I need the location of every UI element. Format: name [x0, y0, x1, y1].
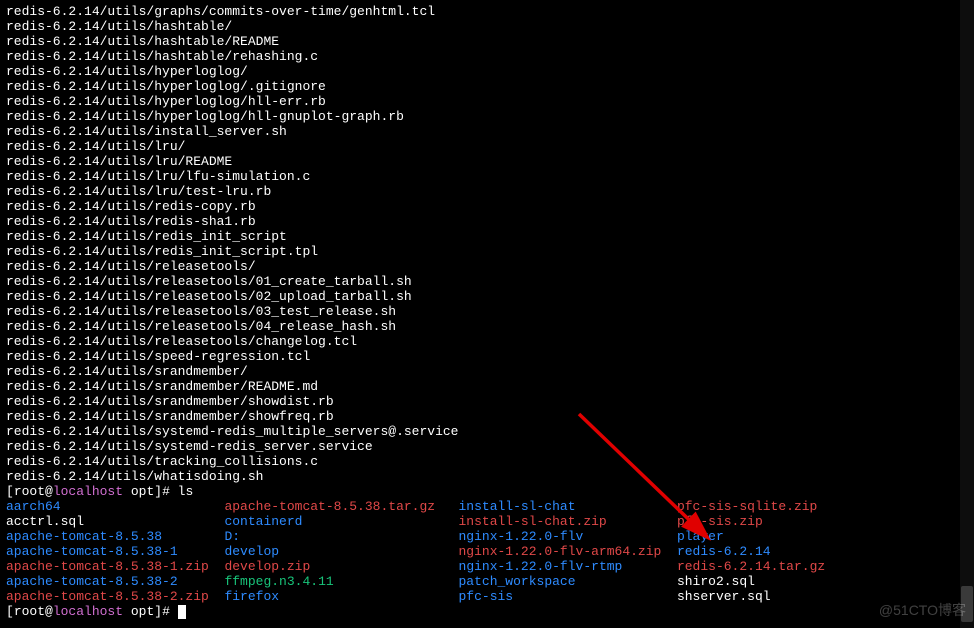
ls-row: aarch64 apache-tomcat-8.5.38.tar.gz inst… [6, 499, 968, 514]
ls-row: acctrl.sql containerd install-sl-chat.zi… [6, 514, 968, 529]
ls-item: develop.zip [224, 559, 310, 574]
ls-row: apache-tomcat-8.5.38-1.zip develop.zip n… [6, 559, 968, 574]
ls-item: pfc-sis [459, 589, 514, 604]
ls-item: apache-tomcat-8.5.38-2.zip [6, 589, 209, 604]
ls-item: shiro2.sql [677, 574, 755, 589]
tar-line: redis-6.2.14/utils/releasetools/changelo… [6, 334, 968, 349]
tar-line: redis-6.2.14/utils/lru/ [6, 139, 968, 154]
tar-line: redis-6.2.14/utils/tracking_collisions.c [6, 454, 968, 469]
ls-row: apache-tomcat-8.5.38-2 ffmpeg.n3.4.11 pa… [6, 574, 968, 589]
ls-item: aarch64 [6, 499, 61, 514]
cursor [178, 605, 186, 619]
ls-item: containerd [224, 514, 302, 529]
watermark: @51CTO博客 [879, 603, 966, 618]
prompt-line-cursor[interactable]: [root@localhost opt]# [6, 604, 968, 619]
tar-line: redis-6.2.14/utils/srandmember/showfreq.… [6, 409, 968, 424]
tar-line: redis-6.2.14/utils/hyperloglog/ [6, 64, 968, 79]
tar-line: redis-6.2.14/utils/releasetools/04_relea… [6, 319, 968, 334]
tar-line: redis-6.2.14/utils/srandmember/showdist.… [6, 394, 968, 409]
ls-item: nginx-1.22.0-flv [459, 529, 584, 544]
tar-line: redis-6.2.14/utils/hyperloglog/hll-err.r… [6, 94, 968, 109]
ls-item: ffmpeg.n3.4.11 [224, 574, 333, 589]
ls-item: apache-tomcat-8.5.38-1 [6, 544, 178, 559]
tar-line: redis-6.2.14/utils/releasetools/ [6, 259, 968, 274]
ls-item: pfc-sis-sqlite.zip [677, 499, 817, 514]
command-ls: ls [178, 484, 194, 499]
terminal-output: redis-6.2.14/utils/graphs/commits-over-t… [6, 4, 968, 619]
tar-line: redis-6.2.14/utils/lru/README [6, 154, 968, 169]
tar-line: redis-6.2.14/utils/lru/lfu-simulation.c [6, 169, 968, 184]
tar-line: redis-6.2.14/utils/hashtable/ [6, 19, 968, 34]
tar-line: redis-6.2.14/utils/hyperloglog/hll-gnupl… [6, 109, 968, 124]
ls-item: install-sl-chat.zip [459, 514, 607, 529]
tar-line: redis-6.2.14/utils/srandmember/ [6, 364, 968, 379]
tar-line: redis-6.2.14/utils/releasetools/02_uploa… [6, 289, 968, 304]
tar-line: redis-6.2.14/utils/redis_init_script.tpl [6, 244, 968, 259]
ls-item: develop [224, 544, 279, 559]
tar-line: redis-6.2.14/utils/releasetools/03_test_… [6, 304, 968, 319]
ls-item: apache-tomcat-8.5.38-2 [6, 574, 178, 589]
tar-line: redis-6.2.14/utils/whatisdoing.sh [6, 469, 968, 484]
tar-line: redis-6.2.14/utils/redis_init_script [6, 229, 968, 244]
ls-row: apache-tomcat-8.5.38 D: nginx-1.22.0-flv… [6, 529, 968, 544]
tar-line: redis-6.2.14/utils/redis-sha1.rb [6, 214, 968, 229]
tar-line: redis-6.2.14/utils/hyperloglog/.gitignor… [6, 79, 968, 94]
ls-item: redis-6.2.14 [677, 544, 771, 559]
tar-line: redis-6.2.14/utils/hashtable/README [6, 34, 968, 49]
tar-line: redis-6.2.14/utils/srandmember/README.md [6, 379, 968, 394]
tar-line: redis-6.2.14/utils/install_server.sh [6, 124, 968, 139]
ls-item: apache-tomcat-8.5.38-1.zip [6, 559, 209, 574]
ls-item: redis-6.2.14.tar.gz [677, 559, 825, 574]
ls-item: apache-tomcat-8.5.38.tar.gz [224, 499, 435, 514]
ls-row: apache-tomcat-8.5.38-1 develop nginx-1.2… [6, 544, 968, 559]
tar-line: redis-6.2.14/utils/hashtable/rehashing.c [6, 49, 968, 64]
ls-row: apache-tomcat-8.5.38-2.zip firefox pfc-s… [6, 589, 968, 604]
ls-item: nginx-1.22.0-flv-rtmp [459, 559, 623, 574]
scrollbar[interactable] [960, 0, 974, 628]
ls-item: shserver.sql [677, 589, 771, 604]
ls-item: apache-tomcat-8.5.38 [6, 529, 162, 544]
tar-line: redis-6.2.14/utils/systemd-redis_multipl… [6, 424, 968, 439]
tar-line: redis-6.2.14/utils/releasetools/01_creat… [6, 274, 968, 289]
tar-line: redis-6.2.14/utils/redis-copy.rb [6, 199, 968, 214]
tar-line: redis-6.2.14/utils/graphs/commits-over-t… [6, 4, 968, 19]
ls-item: install-sl-chat [458, 499, 575, 514]
prompt-line-ls: [root@localhost opt]# ls [6, 484, 968, 499]
tar-line: redis-6.2.14/utils/lru/test-lru.rb [6, 184, 968, 199]
ls-item: patch_workspace [459, 574, 576, 589]
ls-item: D: [224, 529, 240, 544]
ls-item: player [677, 529, 724, 544]
ls-item: firefox [224, 589, 279, 604]
tar-line: redis-6.2.14/utils/speed-regression.tcl [6, 349, 968, 364]
tar-line: redis-6.2.14/utils/systemd-redis_server.… [6, 439, 968, 454]
ls-item: nginx-1.22.0-flv-arm64.zip [459, 544, 662, 559]
ls-item: acctrl.sql [6, 514, 84, 529]
ls-item: pfc-sis.zip [677, 514, 763, 529]
